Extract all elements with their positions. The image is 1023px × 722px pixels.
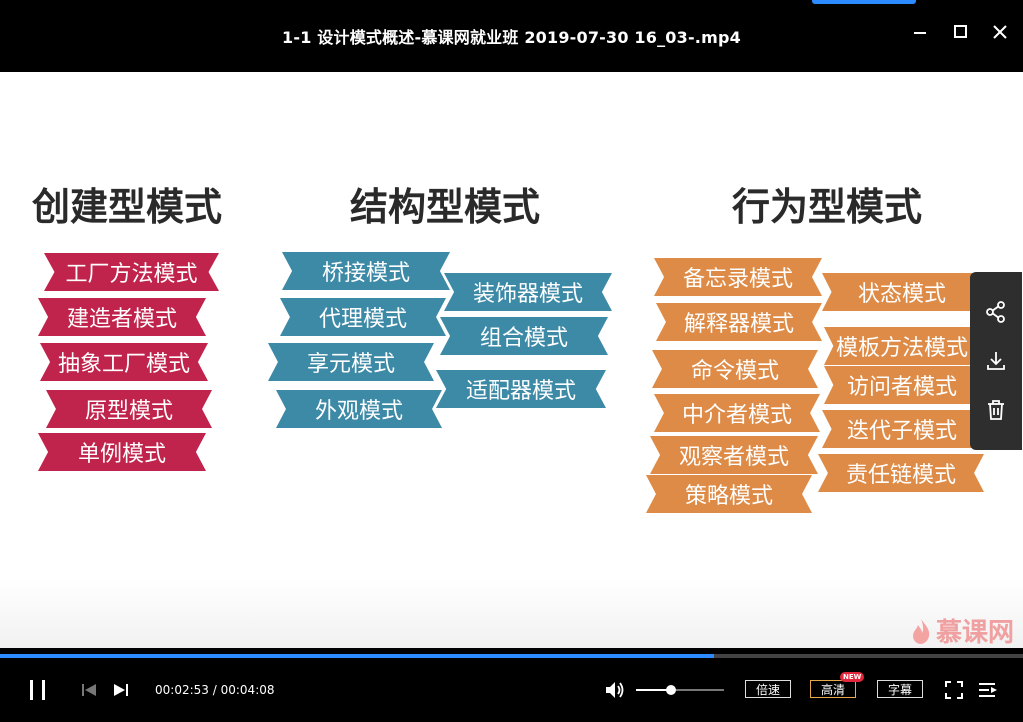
pattern-ribbon: 原型模式 [46, 390, 212, 428]
pattern-ribbon: 享元模式 [268, 343, 434, 381]
pattern-ribbon: 抽象工厂模式 [40, 343, 208, 381]
minimize-button[interactable] [908, 20, 932, 44]
volume-button[interactable] [604, 679, 626, 705]
pattern-ribbon: 备忘录模式 [654, 258, 822, 296]
progress-bar[interactable] [0, 654, 1023, 658]
flame-icon [913, 618, 930, 644]
volume-slider[interactable] [636, 685, 724, 695]
maximize-button[interactable] [948, 20, 972, 44]
progress-fill [0, 654, 715, 658]
side-panel [970, 272, 1022, 450]
previous-button[interactable] [80, 681, 98, 703]
player-controls: 00:02:53 / 00:04:08 倍速 高清 NEW 字幕 [0, 648, 1023, 722]
pattern-ribbon: 建造者模式 [38, 298, 206, 336]
pattern-ribbon: 外观模式 [276, 390, 442, 428]
quality-button[interactable]: 高清 [810, 680, 856, 698]
pattern-ribbon: 单例模式 [38, 433, 206, 471]
pattern-ribbon: 观察者模式 [650, 436, 818, 474]
minimize-icon [914, 32, 926, 34]
brand-watermark: 慕课网 [910, 612, 1014, 649]
share-icon [986, 301, 1005, 323]
skip-next-icon [114, 684, 128, 696]
heading-creational: 创建型模式 [32, 185, 223, 229]
trash-icon [988, 400, 1004, 420]
volume-icon [606, 682, 624, 698]
time-separator: / [212, 683, 217, 697]
next-button[interactable] [112, 681, 130, 703]
watermark-text: 慕课网 [936, 618, 1015, 648]
pattern-ribbon: 组合模式 [440, 317, 608, 355]
title-accent-bar [812, 0, 916, 4]
pattern-ribbon: 适配器模式 [436, 370, 606, 408]
maximize-icon [954, 25, 967, 38]
pause-button[interactable] [26, 678, 50, 706]
pattern-ribbon: 迭代子模式 [822, 410, 982, 448]
pattern-ribbon: 状态模式 [822, 273, 982, 311]
pattern-ribbon: 代理模式 [280, 298, 446, 336]
pattern-ribbon: 模板方法模式 [824, 327, 980, 365]
pattern-ribbon: 工厂方法模式 [44, 253, 219, 291]
current-time: 00:02:53 [155, 683, 209, 697]
skip-previous-icon [82, 684, 96, 696]
pattern-ribbon: 解释器模式 [656, 303, 822, 341]
pattern-ribbon: 策略模式 [646, 475, 812, 513]
delete-button[interactable] [984, 398, 1008, 422]
heading-behavioral: 行为型模式 [732, 185, 923, 229]
window-title: 1-1 设计模式概述-慕课网就业班 2019-07-30 16_03-.mp4 [282, 28, 741, 47]
download-icon [987, 352, 1005, 370]
subtitle-button[interactable]: 字幕 [877, 680, 923, 698]
pattern-ribbon: 访问者模式 [824, 366, 980, 404]
title-bar: 1-1 设计模式概述-慕课网就业班 2019-07-30 16_03-.mp4 [0, 0, 1023, 72]
pattern-ribbon: 中介者模式 [654, 394, 820, 432]
volume-handle[interactable] [666, 685, 677, 695]
total-time: 00:04:08 [220, 683, 275, 697]
pattern-ribbon: 桥接模式 [282, 252, 450, 290]
heading-structural: 结构型模式 [350, 185, 541, 229]
download-button[interactable] [984, 349, 1008, 373]
pause-icon [30, 680, 45, 700]
video-area[interactable]: 创建型模式 结构型模式 行为型模式 工厂方法模式 建造者模式 抽象工厂模式 原型… [0, 72, 1023, 648]
playlist-button[interactable] [978, 681, 998, 703]
pattern-ribbon: 命令模式 [652, 350, 818, 388]
close-button[interactable] [988, 20, 1012, 44]
new-badge: NEW [840, 672, 865, 682]
speed-button[interactable]: 倍速 [745, 680, 791, 698]
close-icon [993, 25, 1007, 39]
pattern-ribbon: 装饰器模式 [444, 273, 612, 311]
pattern-ribbon: 责任链模式 [818, 454, 984, 492]
share-button[interactable] [984, 300, 1008, 324]
fullscreen-button[interactable] [945, 681, 963, 703]
time-display: 00:02:53 / 00:04:08 [155, 683, 275, 697]
playlist-icon [979, 683, 997, 697]
fullscreen-icon [945, 681, 963, 699]
